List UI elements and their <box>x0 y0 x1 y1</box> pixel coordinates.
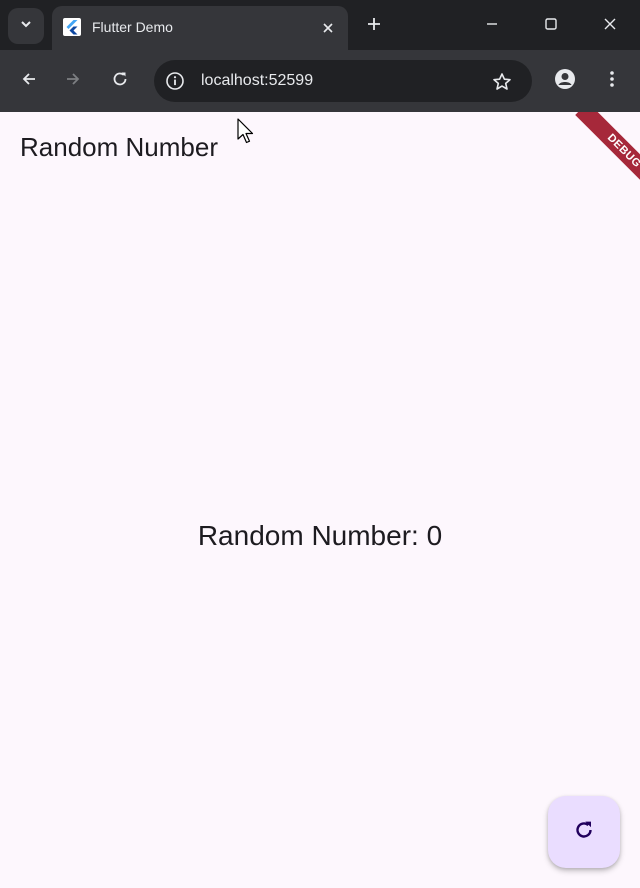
minimize-button[interactable] <box>476 10 508 42</box>
browser-toolbar: localhost:52599 <box>0 50 640 112</box>
tab-strip: Flutter Demo <box>0 0 640 50</box>
refresh-icon <box>572 818 596 847</box>
menu-button[interactable] <box>597 66 627 96</box>
more-vertical-icon <box>609 70 615 93</box>
profile-button[interactable] <box>550 66 580 96</box>
info-icon[interactable] <box>164 70 186 92</box>
new-tab-button[interactable] <box>360 12 388 40</box>
maximize-icon <box>544 17 558 36</box>
maximize-button[interactable] <box>535 10 567 42</box>
minimize-icon <box>485 17 499 36</box>
arrow-right-icon <box>64 70 82 93</box>
random-number-text: Random Number: 0 <box>197 520 443 551</box>
chevron-down-icon <box>19 17 33 36</box>
plus-icon <box>366 16 382 37</box>
tab-title: Flutter Demo <box>92 19 173 35</box>
forward-button[interactable] <box>58 66 88 96</box>
close-tab-icon[interactable] <box>317 17 339 39</box>
tab-search-button[interactable] <box>8 8 44 44</box>
refresh-button[interactable] <box>548 796 620 868</box>
close-window-button[interactable] <box>594 10 626 42</box>
reload-icon <box>111 70 129 93</box>
tab-flutter-demo[interactable]: Flutter Demo <box>52 6 348 50</box>
address-bar[interactable]: localhost:52599 <box>154 60 532 102</box>
app-viewport: Random Number Random Number: 0 DEBUG <box>0 112 640 888</box>
bookmark-star-icon[interactable] <box>490 70 514 94</box>
reload-button[interactable] <box>105 66 135 96</box>
account-icon <box>554 68 576 95</box>
page-title: Random Number <box>20 132 218 162</box>
arrow-left-icon <box>20 70 38 93</box>
close-icon <box>603 17 617 36</box>
mouse-cursor-icon <box>237 118 255 146</box>
flutter-logo-icon <box>63 18 81 36</box>
debug-banner: DEBUG <box>575 112 640 200</box>
back-button[interactable] <box>14 66 44 96</box>
url-text: localhost:52599 <box>201 72 314 89</box>
